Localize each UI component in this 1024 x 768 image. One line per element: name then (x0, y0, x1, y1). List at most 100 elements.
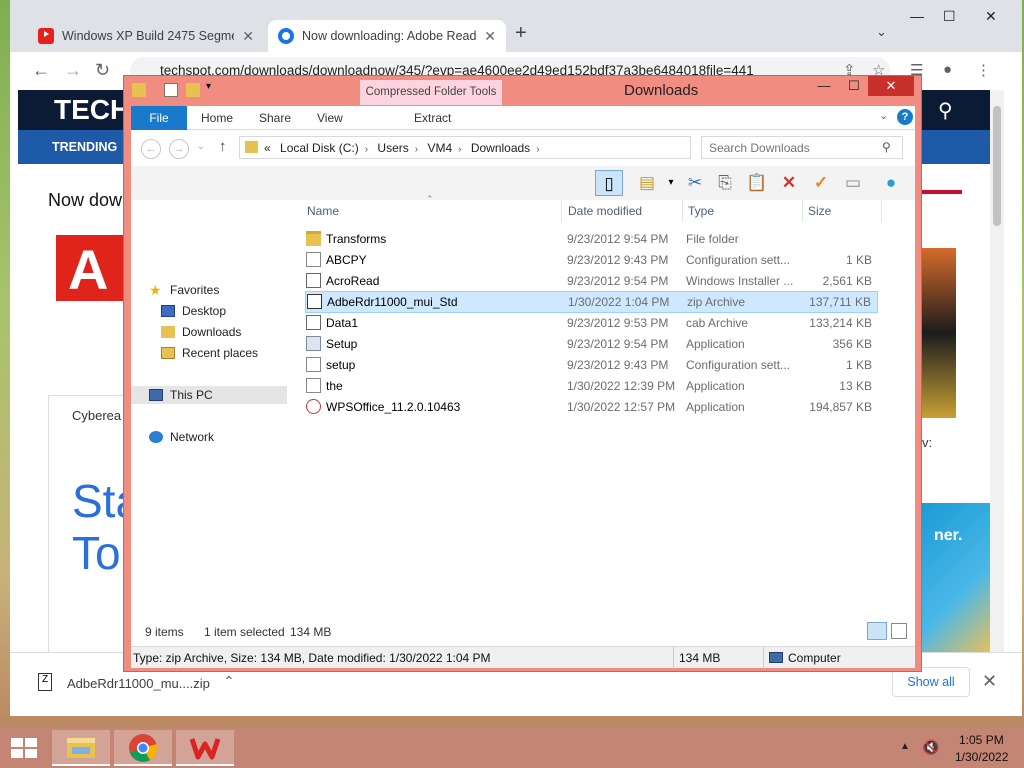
tab-file[interactable]: File (131, 106, 187, 130)
nav-label: Favorites (170, 283, 220, 297)
tab-share[interactable]: Share (259, 111, 291, 125)
delete-icon[interactable]: ✕ (775, 170, 803, 196)
download-item[interactable]: AdbeRdr11000_mu....zip (67, 676, 210, 691)
maximize-icon[interactable]: ☐ (840, 76, 868, 96)
clock-date[interactable]: 1/30/2022 (955, 750, 1008, 764)
file-row-setup-app[interactable]: Setup 9/23/2012 9:54 PM Application 356 … (305, 334, 878, 354)
file-row-adberdr-selected[interactable]: AdbeRdr11000_mui_Std 1/30/2022 1:04 PM z… (305, 291, 878, 313)
globe-icon[interactable]: ● (877, 170, 905, 196)
nav-recent-places[interactable]: Recent places (161, 346, 258, 360)
tab-youtube[interactable]: Windows XP Build 2475 Segment ✕ (28, 20, 264, 52)
layout-pane-icon[interactable]: ▯ (595, 170, 623, 196)
chevron-down-icon[interactable]: ⌄ (876, 24, 887, 40)
windows-start-icon[interactable] (10, 737, 38, 759)
file-row-wpsoffice[interactable]: WPSOffice_11.2.0.10463 1/30/2022 12:57 P… (305, 397, 878, 417)
search-box[interactable]: ⚲ (701, 136, 903, 159)
close-tab-icon[interactable]: ✕ (484, 28, 496, 45)
close-icon[interactable]: ✕ (985, 8, 997, 25)
taskbar-wps[interactable] (176, 730, 234, 766)
page-scrollbar[interactable] (990, 90, 1004, 652)
search-input[interactable] (709, 141, 879, 155)
taskbar-chrome[interactable] (114, 730, 172, 766)
chevron-up-icon[interactable]: ⌃ (223, 673, 235, 690)
close-tab-icon[interactable]: ✕ (242, 28, 254, 45)
volume-muted-icon[interactable]: 🔇 (922, 739, 939, 756)
tab-strip: Windows XP Build 2475 Segment ✕ Now down… (10, 0, 1022, 52)
details-view-icon[interactable] (867, 622, 887, 640)
tab-home[interactable]: Home (201, 111, 233, 125)
column-size[interactable]: Size (808, 204, 831, 218)
recent-dropdown-icon[interactable]: ⌄ (197, 141, 205, 152)
back-icon[interactable]: ← (141, 139, 161, 159)
details-text: Type: zip Archive, Size: 134 MB, Date mo… (133, 651, 491, 665)
scroll-thumb[interactable] (993, 106, 1001, 226)
rename-icon[interactable]: ▭ (839, 170, 867, 196)
file-row-acroread[interactable]: AcroRead 9/23/2012 9:54 PM Windows Insta… (305, 271, 878, 291)
file-size: 133,214 KB (809, 316, 872, 330)
properties-icon[interactable] (164, 83, 178, 97)
nav-trending[interactable]: TRENDING (52, 140, 117, 154)
computer-icon (149, 389, 163, 401)
column-separator[interactable] (802, 200, 803, 222)
file-row-data1[interactable]: Data1 9/23/2012 9:53 PM cab Archive 133,… (305, 313, 878, 333)
file-row-setup-config[interactable]: setup 9/23/2012 9:43 PM Configuration se… (305, 355, 878, 375)
page-heading: Now dow (48, 190, 123, 210)
side-ad[interactable] (920, 248, 956, 418)
crumb-vm4[interactable]: VM4 (427, 141, 452, 155)
nav-this-pc[interactable]: This PC (131, 386, 287, 404)
paste-icon[interactable]: 📋 (743, 170, 771, 196)
tab-downloading[interactable]: Now downloading: Adobe Reader ✕ (268, 20, 506, 52)
nav-desktop[interactable]: Desktop (161, 304, 226, 318)
crumb-users[interactable]: Users (377, 141, 408, 155)
forward-icon[interactable]: → (169, 139, 189, 159)
help-icon[interactable]: ? (897, 109, 913, 125)
search-icon[interactable]: ⚲ (882, 140, 891, 154)
minimize-icon[interactable]: — (810, 76, 838, 96)
column-separator[interactable] (881, 200, 882, 222)
pane-divider[interactable] (291, 200, 298, 616)
new-tab-icon[interactable]: + (515, 22, 527, 45)
breadcrumb-overflow[interactable]: « (264, 141, 271, 155)
address-bar[interactable]: « Local Disk (C:) › Users › VM4 › Downloads… (239, 136, 787, 159)
back-icon[interactable]: ← (32, 60, 50, 81)
tab-extract[interactable]: Extract (414, 111, 451, 125)
qat-dropdown-icon[interactable]: ▾ (206, 81, 220, 95)
file-row-the[interactable]: the 1/30/2022 12:39 PM Application 13 KB (305, 376, 878, 396)
menu-icon[interactable]: ⋮ (976, 61, 991, 79)
nav-network[interactable]: Network (149, 430, 214, 444)
file-date: 9/23/2012 9:43 PM (567, 358, 669, 372)
copy-icon[interactable]: ⎘ (711, 170, 739, 196)
column-separator[interactable] (561, 200, 562, 222)
checkmark-icon[interactable]: ✓ (807, 170, 835, 196)
large-icons-view-icon[interactable] (891, 623, 907, 639)
minimize-icon[interactable]: — (910, 8, 924, 24)
taskbar-file-explorer[interactable] (52, 730, 110, 766)
column-type[interactable]: Type (688, 204, 714, 218)
maximize-icon[interactable]: ☐ (943, 8, 956, 25)
nav-favorites[interactable]: ★ Favorites (149, 283, 219, 297)
forward-icon[interactable]: → (64, 60, 82, 81)
reload-icon[interactable]: ↻ (95, 60, 110, 81)
close-icon[interactable]: ✕ (868, 76, 914, 96)
column-name[interactable]: Name (307, 204, 339, 218)
column-separator[interactable] (682, 200, 683, 222)
crumb-local-disk[interactable]: Local Disk (C:) (280, 141, 359, 155)
up-icon[interactable]: ↑ (219, 138, 227, 155)
cut-icon[interactable]: ✂ (681, 170, 709, 196)
site-logo[interactable]: TECH (54, 94, 130, 126)
expand-ribbon-icon[interactable]: ⌄ (879, 109, 888, 122)
new-folder-icon[interactable] (186, 83, 200, 97)
close-icon[interactable]: ✕ (982, 671, 997, 692)
clock-time[interactable]: 1:05 PM (959, 733, 1004, 747)
tray-overflow-icon[interactable]: ▲ (900, 741, 910, 752)
file-row-transforms[interactable]: Transforms 9/23/2012 9:54 PM File folder (305, 229, 878, 249)
recent-places-icon (161, 347, 175, 359)
right-ad[interactable]: ner. (922, 503, 990, 652)
crumb-downloads[interactable]: Downloads (471, 141, 530, 155)
profile-icon[interactable]: ● (943, 61, 952, 78)
column-date[interactable]: Date modified (568, 204, 642, 218)
file-row-abcpy[interactable]: ABCPY 9/23/2012 9:43 PM Configuration se… (305, 250, 878, 270)
tab-view[interactable]: View (317, 111, 343, 125)
site-search-icon[interactable]: ⚲ (938, 98, 953, 123)
nav-downloads[interactable]: Downloads (161, 325, 241, 339)
